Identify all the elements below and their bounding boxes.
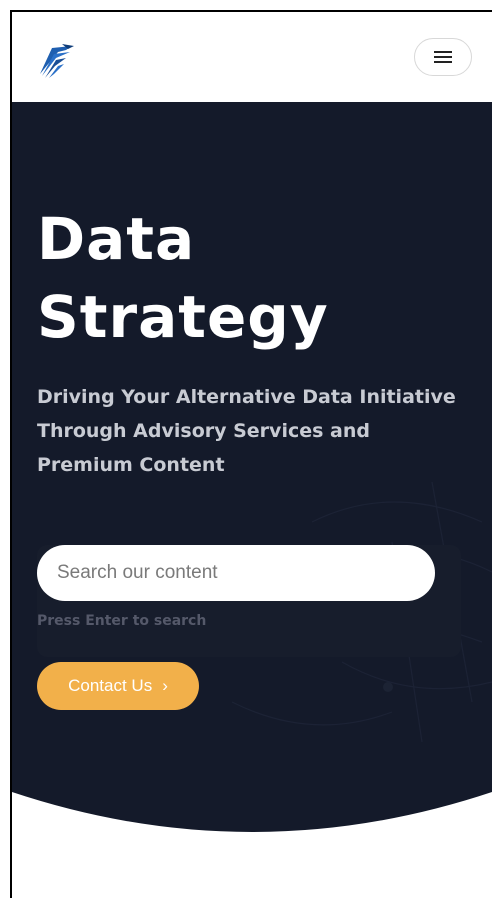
hero-subtitle-line: Driving Your Alternative Data Initiative [37,386,456,408]
contact-us-button[interactable]: Contact Us › [37,662,199,710]
hero-title-line: Strategy [37,283,329,351]
contact-us-label: Contact Us [68,676,153,695]
hero-subtitle-line: Premium Content [37,454,225,476]
site-logo[interactable] [36,40,76,80]
site-header [12,12,492,102]
hero-subtitle-line: Through Advisory Services and [37,420,370,442]
hero-title: Data Strategy [37,200,477,356]
page-frame: Data Strategy Driving Your Alternative D… [10,10,492,898]
hamburger-menu-icon [434,51,452,63]
hero-title-line: Data [37,205,196,273]
hero-bottom-curve [12,792,492,862]
search-hint: Press Enter to search [37,613,207,629]
chevron-right-icon: › [162,676,168,695]
search-input[interactable] [37,545,435,601]
hero-section: Data Strategy Driving Your Alternative D… [12,102,492,862]
search-container: Press Enter to search [37,545,461,657]
eagle-logo-icon [40,44,74,78]
menu-button[interactable] [414,38,472,76]
hero-subtitle: Driving Your Alternative Data Initiative… [37,380,477,482]
